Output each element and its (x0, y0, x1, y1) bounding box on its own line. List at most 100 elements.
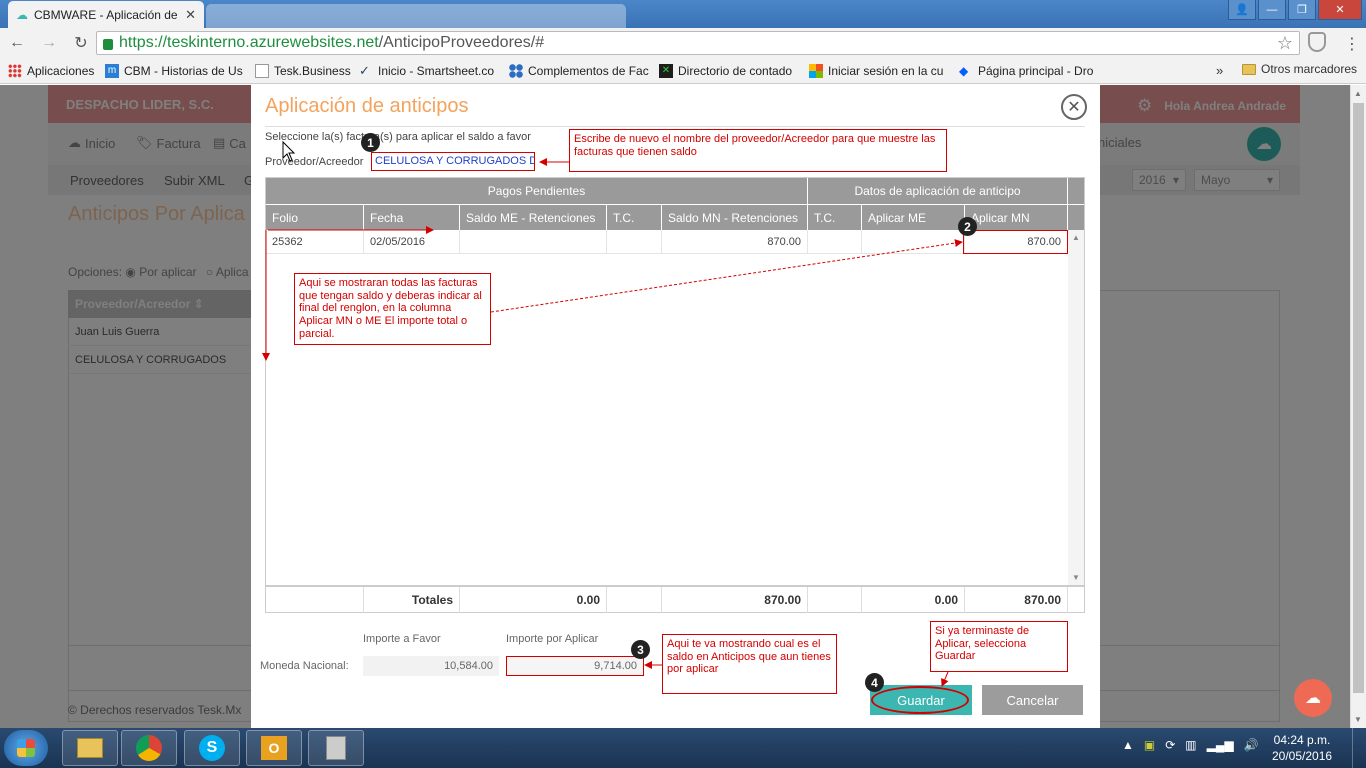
table-scroll-down-icon[interactable]: ▼ (1072, 573, 1080, 582)
cell-tc (607, 230, 662, 254)
puzzle-icon (509, 63, 523, 78)
lock-icon (103, 38, 113, 50)
taskbar-clock[interactable]: 04:24 p.m. 20/05/2016 (1272, 732, 1332, 764)
col-saldo-me[interactable]: Saldo ME - Retenciones (460, 204, 607, 230)
tray-device-icon[interactable]: ▥ (1185, 738, 1196, 752)
calculator-icon (326, 736, 346, 760)
outlook-icon: O (261, 736, 287, 760)
bookmark-directorio[interactable]: ✕ Directorio de contado (659, 63, 809, 78)
restore-icon[interactable]: ❐ (1288, 0, 1316, 20)
floating-chat-button[interactable]: ☁ (1294, 679, 1332, 717)
show-desktop-button[interactable] (1352, 728, 1366, 768)
browser-toolbar: ← → ↻ https://teskinterno.azurewebsites.… (0, 28, 1366, 58)
windows-taskbar: S O ▲ ▣ ⟳ ▥ ▂▄▆ 🔊 04:24 p.m. 20/05/2016 (0, 728, 1366, 768)
back-icon[interactable]: ← (8, 34, 26, 52)
bookmark-otros-marcadores[interactable]: Otros marcadores (1242, 62, 1357, 76)
window-close-icon[interactable]: ✕ (1318, 0, 1362, 20)
callout-step-1: Escribe de nuevo el nombre del proveedor… (569, 129, 947, 172)
step-badge-2: 2 (958, 217, 977, 236)
importe-aplicar-value: 9,714.00 (506, 656, 644, 676)
page-scrollbar[interactable]: ▲ ▼ (1350, 85, 1366, 728)
tot-label: Totales (364, 587, 460, 613)
browser-tab-inactive[interactable] (206, 4, 626, 28)
cbm-favicon-icon: ☁ (16, 7, 28, 22)
importe-aplicar-label: Importe por Aplicar (506, 633, 599, 645)
tray-app-icon[interactable]: ▣ (1144, 738, 1155, 752)
folder-icon (77, 738, 103, 758)
browser-menu-icon[interactable]: ⋮ (1344, 34, 1360, 54)
cell-aplicar-mn[interactable]: 870.00 (963, 230, 1068, 254)
bookmark-dropbox[interactable]: ◆ Página principal - Dro (959, 64, 1099, 78)
col-aplicar-me[interactable]: Aplicar ME (862, 204, 965, 230)
start-button[interactable] (4, 730, 48, 766)
table-scrollbar[interactable]: ▲ ▼ (1068, 230, 1084, 585)
extension-shield-icon[interactable] (1308, 32, 1326, 52)
tab-close-icon[interactable]: ✕ (185, 7, 196, 23)
cell-saldo-me (460, 230, 607, 254)
bookmark-tesk[interactable]: Tesk.Business (255, 63, 359, 78)
tot-saldo-me: 0.00 (460, 587, 607, 613)
scroll-up-icon[interactable]: ▲ (1354, 89, 1362, 98)
window-controls: 👤 — ❐ ✕ (1228, 0, 1362, 20)
cell-fecha: 02/05/2016 (364, 230, 460, 254)
moneda-nacional-label: Moneda Nacional: (260, 660, 349, 672)
tot-saldo-mn: 870.00 (662, 587, 808, 613)
col-tc[interactable]: T.C. (607, 204, 662, 230)
table-scroll-up-icon[interactable]: ▲ (1072, 233, 1080, 242)
modal-divider (265, 126, 1085, 127)
col-aplicar-mn[interactable]: Aplicar MN (965, 204, 1068, 230)
minimize-icon[interactable]: — (1258, 0, 1286, 20)
cell-aplicar-me[interactable] (862, 230, 965, 254)
tab-title: CBMWARE - Aplicación de (34, 7, 178, 22)
bookmarks-bar: Aplicaciones m CBM - Historias de Us Tes… (0, 58, 1366, 84)
save-highlight-ring (871, 686, 969, 714)
taskbar-outlook[interactable]: O (246, 730, 302, 766)
importe-favor-label: Importe a Favor (363, 633, 441, 645)
modal-close-icon[interactable]: ✕ (1061, 94, 1087, 120)
callout-step-3: Aqui te va mostrando cual es el saldo en… (662, 634, 837, 694)
bookmarks-overflow-icon[interactable]: » (1216, 63, 1223, 78)
cell-folio: 25362 (266, 230, 364, 254)
forward-icon[interactable]: → (40, 34, 58, 52)
col-tc-aplicacion[interactable]: T.C. (808, 204, 862, 230)
taskbar-explorer[interactable] (62, 730, 118, 766)
cell-tc-aplicacion[interactable] (808, 230, 862, 254)
bookmark-aplicaciones[interactable]: Aplicaciones (8, 63, 105, 78)
bookmark-smartsheet[interactable]: ✓ Inicio - Smartsheet.co (359, 64, 509, 78)
modal-title: Aplicación de anticipos (265, 95, 469, 117)
user-profile-icon[interactable]: 👤 (1228, 0, 1256, 20)
step-badge-1: 1 (361, 133, 380, 152)
col-fecha[interactable]: Fecha (364, 204, 460, 230)
skype-icon: S (199, 735, 225, 761)
invoices-table: Pagos Pendientes Datos de aplicación de … (265, 177, 1085, 613)
scroll-thumb[interactable] (1353, 103, 1364, 693)
url-text: https://teskinterno.azurewebsites.net/An… (119, 34, 545, 51)
windows-icon (809, 63, 823, 78)
apps-grid-icon (8, 63, 22, 78)
bookmark-star-icon[interactable]: ☆ (1277, 33, 1293, 54)
network-icon[interactable]: ▂▄▆ (1207, 738, 1234, 752)
bookmark-cbm[interactable]: m CBM - Historias de Us (105, 63, 255, 78)
col-folio[interactable]: Folio (266, 204, 364, 230)
volume-icon[interactable]: 🔊 (1244, 738, 1259, 752)
tray-sync-icon[interactable]: ⟳ (1165, 738, 1175, 752)
reload-icon[interactable]: ↻ (72, 33, 90, 53)
bookmark-iniciar-sesion[interactable]: Iniciar sesión en la cu (809, 63, 959, 78)
excel-icon: ✕ (659, 63, 673, 78)
check-icon: ✓ (359, 63, 370, 78)
scroll-down-icon[interactable]: ▼ (1354, 715, 1362, 724)
provider-input[interactable]: CELULOSA Y CORRUGADOS DE (371, 152, 535, 171)
taskbar-calculator[interactable] (308, 730, 364, 766)
totals-row: Totales 0.00 870.00 0.00 870.00 (266, 585, 1084, 613)
cell-saldo-mn: 870.00 (662, 230, 808, 254)
taskbar-skype[interactable]: S (184, 730, 240, 766)
tot-tc (607, 587, 662, 613)
cancel-button[interactable]: Cancelar (982, 685, 1083, 715)
bookmark-complementos[interactable]: Complementos de Fac (509, 63, 659, 78)
tray-expand-icon[interactable]: ▲ (1122, 738, 1134, 752)
browser-tab-active[interactable]: ☁ CBMWARE - Aplicación de ✕ (8, 1, 204, 28)
col-saldo-mn[interactable]: Saldo MN - Retenciones (662, 204, 808, 230)
tot-empty (266, 587, 364, 613)
address-bar[interactable]: https://teskinterno.azurewebsites.net/An… (96, 31, 1300, 55)
taskbar-chrome[interactable] (121, 730, 177, 766)
